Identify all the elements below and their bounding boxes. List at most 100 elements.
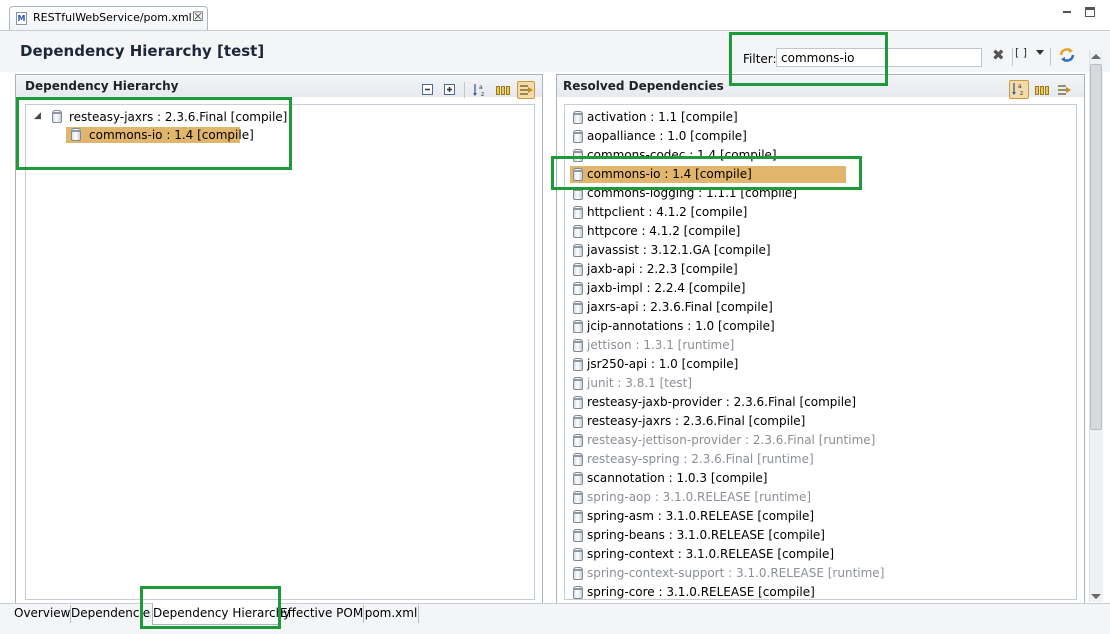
resolved-dependency-item[interactable]: httpcore : 4.1.2 [compile] [570, 223, 1070, 240]
resolved-dependency-item[interactable]: resteasy-jaxb-provider : 2.3.6.Final [co… [570, 394, 1070, 411]
tab-dependency-hierarchy[interactable]: Dependency Hierarchy [152, 603, 290, 625]
resolved-dependency-item[interactable]: spring-beans : 3.1.0.RELEASE [compile] [570, 527, 1070, 544]
jar-icon [573, 491, 583, 504]
scrollbar-thumb[interactable] [1090, 64, 1102, 430]
dependency-label: jaxb-api : 2.2.3 [compile] [587, 262, 738, 276]
close-tab-icon[interactable]: ☒ [192, 10, 204, 25]
tab-overview[interactable]: Overview [14, 603, 71, 625]
tab-dependencies[interactable]: Dependencies [71, 603, 151, 625]
tab-effective-pom[interactable]: Effective POM [280, 603, 363, 625]
tree-item-label: commons-io : 1.4 [compile] [89, 128, 254, 142]
resolved-dependency-item[interactable]: jaxb-api : 2.2.3 [compile] [570, 261, 1070, 278]
resolved-dependency-item[interactable]: commons-codec : 1.4 [compile] [570, 147, 1070, 164]
svg-text:z: z [1020, 90, 1023, 97]
tab-pom-xml[interactable]: pom.xml [364, 603, 418, 625]
resolved-dependency-item[interactable]: commons-logging : 1.1.1 [compile] [570, 185, 1070, 202]
minimize-editor-button[interactable] [1062, 7, 1072, 17]
sort-az-icon: a z [1012, 83, 1023, 97]
jar-icon [573, 567, 583, 580]
jar-icon [573, 434, 583, 447]
resolved-dependency-item[interactable]: resteasy-jettison-provider : 2.3.6.Final… [570, 432, 1070, 449]
jar-icon [573, 149, 583, 162]
dependency-label: javassist : 3.12.1.GA [compile] [587, 243, 771, 257]
link-with-selection-icon [520, 85, 533, 95]
tab-separator [418, 605, 419, 623]
dependency-label: commons-io : 1.4 [compile] [587, 167, 752, 181]
resolved-dependency-item[interactable]: commons-io : 1.4 [compile] [570, 166, 1070, 183]
dependency-tree[interactable] [25, 104, 535, 600]
tree-item-commons-io[interactable]: commons-io : 1.4 [compile] [66, 127, 266, 143]
jar-icon [573, 168, 583, 181]
clear-filter-button[interactable]: ✖ [991, 46, 1007, 67]
jar-icon [573, 377, 583, 390]
dependency-label: resteasy-jaxrs : 2.3.6.Final [compile] [587, 414, 806, 428]
jar-icon [573, 111, 583, 124]
toolbar-separator [1050, 48, 1051, 66]
resolved-dependency-item[interactable]: jaxrs-api : 2.3.6.Final [compile] [570, 299, 1070, 316]
jar-icon [573, 187, 583, 200]
resolved-dependency-item[interactable]: spring-core : 3.1.0.RELEASE [compile] [570, 584, 1070, 601]
filter-label: Filter: [743, 52, 777, 66]
jar-icon [573, 263, 583, 276]
refresh-button[interactable] [1058, 46, 1076, 64]
resolved-dependency-item[interactable]: jaxb-impl : 2.2.4 [compile] [570, 280, 1070, 297]
select-in-tree-button[interactable] [1056, 82, 1072, 98]
dependency-label: jaxb-impl : 2.2.4 [compile] [587, 281, 746, 295]
bracket-button[interactable]: [ ] [1015, 46, 1031, 64]
resolved-dependency-item[interactable]: spring-context : 3.1.0.RELEASE [compile] [570, 546, 1070, 563]
filter-input[interactable] [776, 48, 982, 67]
show-group-id-button[interactable] [1034, 82, 1050, 98]
maximize-editor-button[interactable] [1085, 7, 1095, 17]
dependency-label: commons-codec : 1.4 [compile] [587, 148, 777, 162]
collapse-all-button[interactable] [420, 82, 436, 98]
dependency-label: spring-beans : 3.1.0.RELEASE [compile] [587, 528, 825, 542]
expand-all-button[interactable] [442, 82, 458, 98]
dependency-label: spring-context-support : 3.1.0.RELEASE [… [587, 566, 885, 580]
resolved-dependency-item[interactable]: scannotation : 1.0.3 [compile] [570, 470, 1070, 487]
dependency-label: resteasy-jaxb-provider : 2.3.6.Final [co… [587, 395, 857, 409]
sort-button[interactable]: a z [1009, 80, 1029, 99]
jar-icon [573, 339, 583, 352]
dependency-label: scannotation : 1.0.3 [compile] [587, 471, 768, 485]
editor-tab-pom[interactable]: M RESTfulWebService/pom.xml ☒ [9, 6, 208, 30]
resolved-dependency-item[interactable]: spring-aop : 3.1.0.RELEASE [runtime] [570, 489, 1070, 506]
dependency-label: spring-asm : 3.1.0.RELEASE [compile] [587, 509, 815, 523]
jar-icon [573, 586, 583, 599]
resolved-dependency-item[interactable]: spring-context-support : 3.1.0.RELEASE [… [570, 565, 1070, 582]
resolved-dependency-item[interactable]: jsr250-api : 1.0 [compile] [570, 356, 1070, 373]
resolved-dependency-item[interactable]: jcip-annotations : 1.0 [compile] [570, 318, 1070, 335]
sort-button[interactable]: a z [472, 82, 488, 98]
collapse-all-icon [422, 84, 433, 95]
dependency-label: httpclient : 4.1.2 [compile] [587, 205, 748, 219]
resolved-dependency-item[interactable]: resteasy-spring : 2.3.6.Final [runtime] [570, 451, 1070, 468]
scroll-up-arrow-icon[interactable] [1091, 54, 1101, 59]
select-in-tree-button[interactable] [517, 81, 535, 99]
tree-item-resteasy-jaxrs[interactable]: resteasy-jaxrs : 2.3.6.Final [compile] [46, 109, 486, 125]
dependency-label: httpcore : 4.1.2 [compile] [587, 224, 741, 238]
show-group-id-button[interactable] [495, 82, 511, 98]
dependency-hierarchy-title: Dependency Hierarchy [25, 79, 179, 93]
toolbar-separator [464, 82, 465, 98]
svg-text:z: z [481, 91, 484, 98]
dependency-label: spring-aop : 3.1.0.RELEASE [runtime] [587, 490, 812, 504]
chevron-down-icon[interactable] [1036, 50, 1044, 55]
dependency-label: jsr250-api : 1.0 [compile] [587, 357, 739, 371]
resolved-dependency-item[interactable]: httpclient : 4.1.2 [compile] [570, 204, 1070, 221]
resolved-dependency-item[interactable]: junit : 3.8.1 [test] [570, 375, 1070, 392]
scroll-down-arrow-icon[interactable] [1091, 594, 1101, 599]
clear-icon: ✖ [992, 46, 1005, 64]
resolved-dependency-item[interactable]: resteasy-jaxrs : 2.3.6.Final [compile] [570, 413, 1070, 430]
jar-icon [573, 396, 583, 409]
dependency-label: resteasy-spring : 2.3.6.Final [runtime] [587, 452, 814, 466]
jar-icon [573, 320, 583, 333]
maven-pom-icon: M [16, 12, 27, 25]
jar-icon [71, 128, 81, 141]
resolved-dependency-item[interactable]: javassist : 3.12.1.GA [compile] [570, 242, 1070, 259]
resolved-dependency-item[interactable]: spring-asm : 3.1.0.RELEASE [compile] [570, 508, 1070, 525]
expand-all-icon [444, 84, 455, 95]
tree-expander-icon[interactable]: ◢ [34, 111, 41, 121]
resolved-dependency-item[interactable]: jettison : 1.3.1 [runtime] [570, 337, 1070, 354]
resolved-dependency-item[interactable]: activation : 1.1 [compile] [570, 109, 1070, 126]
jar-icon [573, 529, 583, 542]
resolved-dependency-item[interactable]: aopalliance : 1.0 [compile] [570, 128, 1070, 145]
